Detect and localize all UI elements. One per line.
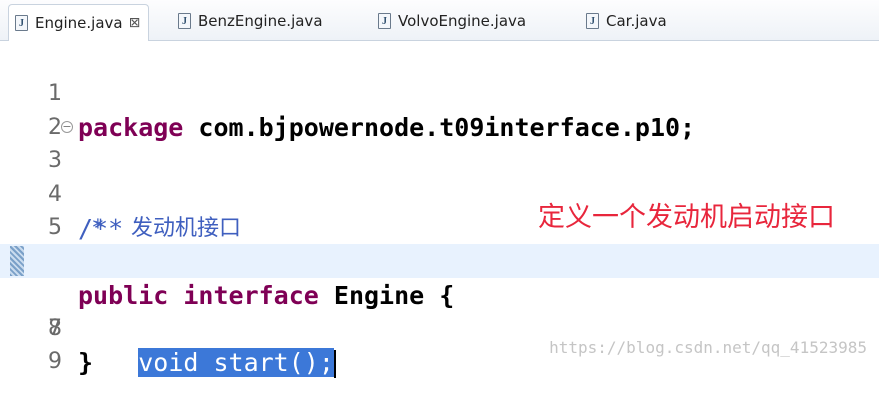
text-caret [333,350,336,378]
current-code-line: 7 void start(); [0,244,879,378]
tab-volvoengine-java[interactable]: J VolvoEngine.java [378,8,526,34]
tab-benzengine-java[interactable]: J BenzEngine.java [178,8,323,34]
change-marker-icon [10,246,24,276]
fold-collapse-icon[interactable]: − [61,121,73,133]
annotation-text: 定义一个发动机启动接口 [538,202,835,233]
code-line: 4 * 发动机接口 [0,144,879,241]
code-line: 1 package com.bjpowernode.t09interface.p… [0,43,879,142]
java-file-icon: J [586,13,599,29]
tab-label: VolvoEngine.java [398,12,527,30]
java-file-icon: J [178,13,191,29]
code-text: } [78,348,94,377]
java-file-icon: J [378,13,391,29]
tab-car-java[interactable]: J Car.java [586,8,667,34]
java-file-icon: J [15,15,28,31]
tab-label: BenzEngine.java [198,12,323,30]
tab-engine-java[interactable]: J Engine.java ⊠ [8,4,150,41]
code-line: 2 [0,77,879,140]
code-line: 3 − /** [0,110,879,243]
line-number: 9 [48,349,62,374]
close-tab-icon[interactable]: ⊠ [129,15,141,31]
editor-tab-bar: J Engine.java ⊠ J BenzEngine.java J Volv… [0,0,879,41]
code-text: void start(); [78,346,336,380]
tab-label: Car.java [606,12,667,30]
code-line: 8 } [0,278,879,377]
watermark-text: https://blog.csdn.net/qq_41523985 [549,338,867,357]
tab-label: Engine.java [35,14,123,32]
